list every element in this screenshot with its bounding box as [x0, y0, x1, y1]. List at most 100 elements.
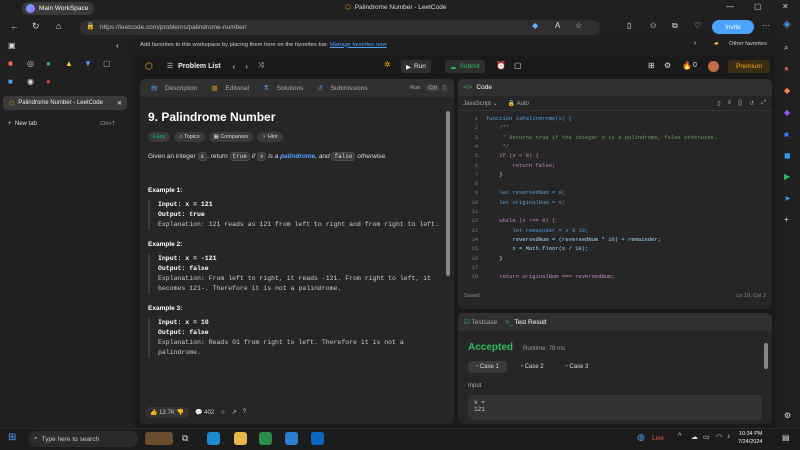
code-line[interactable]: let remainder = x % 10; — [486, 227, 588, 234]
favorites-overflow-icon[interactable]: › — [694, 40, 696, 47]
notes-icon[interactable]: ▢ — [514, 61, 522, 70]
hint-chip[interactable]: ♀ Hint — [257, 132, 283, 142]
tab-solutions[interactable]: ⚗ Solutions — [257, 84, 309, 92]
premium-button[interactable]: Premium — [728, 60, 770, 73]
code-line[interactable]: } — [486, 171, 502, 178]
file-explorer-icon[interactable] — [234, 432, 247, 445]
palindrome-link[interactable]: palindrome — [280, 153, 315, 160]
code-line[interactable]: } — [486, 255, 502, 262]
settings-icon[interactable]: ⚙ — [784, 411, 791, 420]
pinned-site-icon[interactable]: ■ — [8, 77, 13, 86]
cloud-icon[interactable]: ☁ — [691, 433, 698, 441]
description-scrollbar[interactable] — [446, 111, 450, 276]
help-icon[interactable]: ? — [243, 409, 246, 415]
collapse-sidebar-icon[interactable]: ‹ — [116, 41, 119, 50]
copilot-icon[interactable]: ◈ — [783, 19, 791, 30]
thumbs-down-icon[interactable]: 👎 — [177, 410, 184, 416]
new-tab-button[interactable]: + New tab — [8, 121, 37, 127]
more-icon[interactable]: ··· — [762, 21, 770, 30]
pinned-site-icon[interactable]: ■ — [8, 59, 13, 68]
manage-favorites-link[interactable]: Manage favorites now — [330, 42, 387, 48]
windows-start-icon[interactable]: ⊞ — [8, 432, 16, 443]
pinned-site-icon[interactable]: ▲ — [65, 59, 73, 68]
code-line[interactable]: * Returns true if the integer x is a pal… — [486, 134, 718, 141]
wifi-icon[interactable]: ◠ — [716, 433, 722, 441]
clock[interactable]: 10:34 PM 7/24/2024 — [738, 430, 762, 446]
case-3-tab[interactable]: • Case 3 — [558, 361, 597, 373]
add-app-icon[interactable]: + — [784, 215, 789, 224]
leetcode-logo[interactable]: ⬡ — [145, 61, 153, 72]
favorites-icon[interactable]: ✩ — [650, 21, 657, 30]
favorite-star-icon[interactable]: ☆ — [575, 21, 582, 30]
tab-description[interactable]: ▤ Description — [145, 84, 203, 92]
collections-icon[interactable]: ⧉ — [672, 21, 678, 31]
code-line[interactable]: reversedNum = (reversedNum * 10) + remai… — [486, 236, 661, 243]
streak-icon[interactable]: 🔥 — [682, 61, 692, 70]
office-icon[interactable]: ◼ — [784, 151, 791, 160]
next-problem-icon[interactable]: › — [245, 62, 248, 71]
code-line[interactable]: if (x < 0) { — [486, 152, 539, 159]
shuffle-icon[interactable]: ⤨ — [258, 62, 264, 70]
share-icon[interactable]: ↗ — [232, 409, 237, 416]
layout-icon[interactable]: ⊞ — [648, 61, 655, 70]
notification-icon[interactable]: ▤ — [782, 433, 790, 442]
tab-testcase[interactable]: ☑ Testcase — [464, 318, 497, 326]
prev-problem-icon[interactable]: ‹ — [233, 62, 236, 71]
avatar[interactable] — [708, 61, 719, 72]
send-icon[interactable]: ➤ — [784, 194, 791, 203]
sidebar-toggle-icon[interactable]: ▣ — [8, 41, 16, 50]
like-button[interactable]: 👍 12.7K 👎 — [145, 406, 189, 418]
task-view-icon[interactable]: ⧉ — [182, 433, 188, 444]
companies-chip[interactable]: ▦ Companies — [208, 132, 254, 142]
tab-test-result[interactable]: >_ Test Result — [505, 319, 546, 326]
minimize-icon[interactable]: — — [726, 2, 734, 11]
pinned-site-icon[interactable]: ● — [46, 59, 51, 68]
workspace-button[interactable]: Main WorkSpace — [22, 2, 95, 15]
vscode-icon[interactable] — [285, 432, 298, 445]
extension-icon[interactable]: ◆ — [532, 21, 538, 30]
code-line[interactable]: while (x !== 0) { — [486, 217, 555, 224]
refresh-icon[interactable]: ↻ — [32, 21, 40, 32]
code-editor[interactable]: 1 function isPalindrome(x) {2 /** 3 * Retu… — [458, 111, 772, 286]
other-favorites[interactable]: Other favorites — [729, 41, 767, 47]
bookmark-icon[interactable]: ▯ — [717, 100, 720, 107]
tab-submissions[interactable]: ↺ Submissions — [311, 84, 373, 92]
pinned-site-icon[interactable]: ▢ — [103, 59, 111, 68]
fullscreen-icon[interactable]: ⤢ — [761, 100, 766, 107]
code-line[interactable]: return originalNum === reversedNum; — [486, 273, 615, 280]
code-line[interactable]: /** — [486, 124, 509, 131]
pinned-site-icon[interactable]: ● — [46, 77, 51, 86]
tray-chevron-icon[interactable]: ^ — [678, 433, 681, 440]
home-icon[interactable]: ⌂ — [56, 21, 61, 31]
debug-icon[interactable]: ✲ — [384, 60, 391, 69]
drop-icon[interactable]: ▶ — [784, 172, 790, 181]
read-aloud-icon[interactable]: A — [555, 21, 560, 30]
outlook-icon[interactable]: ■ — [784, 130, 789, 139]
code-line[interactable]: function isPalindrome(x) { — [486, 115, 572, 122]
browser-essentials-icon[interactable]: ♡ — [694, 21, 701, 30]
sidebar-tab-leetcode[interactable]: ⬡ Palindrome Number - LeetCode ✕ — [3, 96, 127, 110]
format-icon[interactable]: ≡ — [728, 100, 732, 107]
taskbar-search[interactable]: ⌕ Type here to search — [28, 431, 138, 447]
lock-icon[interactable]: 🔒 — [86, 22, 95, 30]
timer-icon[interactable]: ⏰ — [496, 61, 506, 70]
github-icon[interactable]: ◉ — [27, 77, 34, 86]
edge-icon[interactable] — [207, 432, 220, 445]
problem-list-link[interactable]: Problem List — [178, 63, 220, 70]
tab-editorial[interactable]: ▥ Editorial — [205, 84, 254, 92]
back-icon[interactable]: ← — [10, 21, 19, 31]
close-tab-icon[interactable]: ✕ — [117, 100, 122, 107]
code-line[interactable]: let originalNum = x; — [486, 199, 565, 206]
topics-chip[interactable]: ⌂ Topics — [174, 132, 205, 142]
language-select[interactable]: JavaScript ⌄ — [463, 100, 498, 107]
maximize-icon[interactable]: ▢ — [754, 2, 762, 11]
case-2-tab[interactable]: • Case 2 — [513, 361, 552, 373]
linkedin-icon[interactable] — [311, 432, 324, 445]
star-icon[interactable]: ☆ — [220, 409, 225, 416]
settings-gear-icon[interactable]: ⚙ — [664, 61, 671, 70]
pinned-site-icon[interactable]: ▼ — [84, 59, 92, 68]
comment-button[interactable]: 💬 402 — [195, 409, 214, 416]
news-widget-icon[interactable] — [145, 432, 173, 445]
braces-icon[interactable]: {} — [738, 100, 742, 107]
games-icon[interactable]: ◆ — [784, 108, 790, 117]
